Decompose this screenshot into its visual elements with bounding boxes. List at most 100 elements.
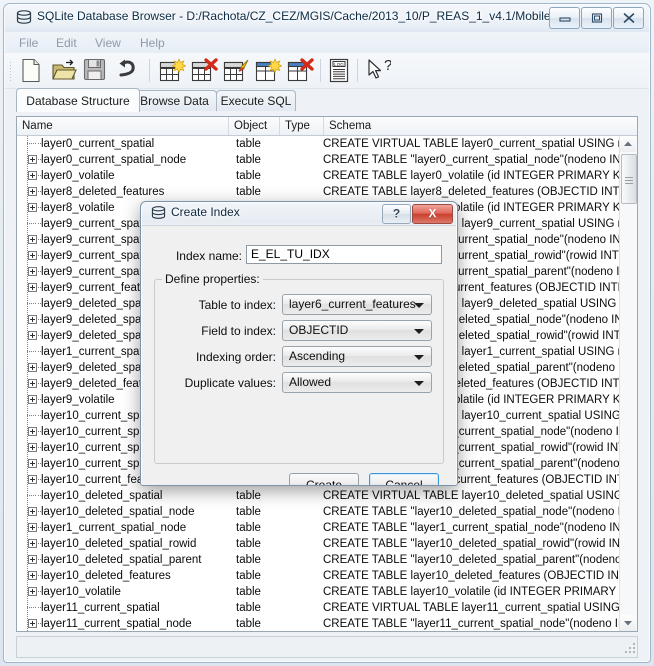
cancel-button[interactable]: Cancel [369, 473, 439, 485]
open-database-icon[interactable] [51, 58, 81, 84]
duplicate-values-select[interactable]: Allowed [282, 372, 432, 393]
cell-schema: CREATE TABLE layer10_volatile (id INTEGE… [323, 586, 621, 598]
expander-icon[interactable] [25, 152, 46, 168]
expander-icon[interactable] [25, 520, 46, 536]
expander-icon[interactable] [25, 424, 46, 440]
minimize-button[interactable] [549, 7, 580, 29]
tab-label: Browse Data [140, 94, 209, 108]
expander-icon[interactable] [25, 328, 46, 344]
expander-icon[interactable] [25, 200, 46, 216]
table-row[interactable]: layer10_deleted_spatial_parent table CREAT… [17, 552, 621, 568]
tab-execute-sql[interactable]: Execute SQL [216, 90, 296, 111]
expander-icon[interactable] [25, 280, 46, 296]
menu-edit[interactable]: Edit [56, 36, 77, 50]
log-icon[interactable]: LOG [328, 58, 358, 84]
expander-icon[interactable] [25, 232, 46, 248]
table-row[interactable]: layer1_current_spatial_node table CREATE T… [17, 520, 621, 536]
table-row[interactable]: layer11_current_spatial_node table CREATE … [17, 616, 621, 632]
cell-name: layer0_volatile [17, 168, 231, 184]
expander-icon[interactable] [25, 360, 46, 376]
duplicate-values-value: Allowed [289, 375, 332, 389]
expander-icon[interactable] [25, 472, 46, 488]
vertical-scrollbar[interactable] [619, 136, 637, 631]
create-index-icon[interactable] [254, 58, 284, 84]
menu-bar: File Edit View Help [5, 32, 649, 54]
expander-icon[interactable] [25, 248, 46, 264]
tab-browse-data[interactable]: Browse Data [132, 90, 217, 111]
table-row[interactable]: layer10_deleted_features table CREATE TABL… [17, 568, 621, 584]
column-header-name[interactable]: Name [17, 117, 229, 135]
delete-table-icon[interactable] [190, 58, 220, 84]
table-row[interactable]: layer0_volatile table CREATE TABLE layer0_… [17, 168, 621, 184]
whats-this-icon[interactable]: ? [365, 57, 395, 84]
row-name-text: layer10_deleted_spatial_rowid [41, 538, 197, 550]
tab-database-structure[interactable]: Database Structure [16, 88, 140, 112]
column-header-schema[interactable]: Schema [324, 117, 621, 135]
index-name-input[interactable]: E_EL_TU_IDX [246, 245, 442, 264]
expander-icon[interactable] [25, 456, 46, 472]
expander-icon[interactable] [25, 536, 46, 552]
table-row[interactable]: layer10_volatile table CREATE TABLE layer1… [17, 584, 621, 600]
expander-icon[interactable] [25, 392, 46, 408]
plus-icon [28, 331, 37, 340]
field-to-index-select[interactable]: OBJECTID [282, 320, 432, 341]
cell-schema: CREATE VIRTUAL TABLE layer10_deleted_spa… [323, 490, 621, 502]
toolbar-grip[interactable] [10, 60, 13, 81]
tree-branch [27, 415, 36, 416]
application-window: SQLite Database Browser - D:/Rachota/CZ_… [0, 0, 654, 666]
revert-icon[interactable] [115, 58, 145, 84]
close-button[interactable] [613, 7, 644, 29]
tree-leaf-icon [25, 488, 46, 504]
table-row[interactable]: layer8_deleted_features table CREATE TABLE… [17, 184, 621, 200]
column-header-type[interactable]: Type [280, 117, 324, 135]
create-button[interactable]: Create [289, 473, 359, 485]
plus-icon [28, 587, 37, 596]
expander-icon[interactable] [25, 552, 46, 568]
maximize-button[interactable] [581, 7, 612, 29]
plus-icon [28, 395, 37, 404]
table-to-index-select[interactable]: layer6_current_features [282, 294, 432, 315]
table-row[interactable]: layer10_deleted_spatial table CREATE VIRTU… [17, 488, 621, 504]
plus-icon [28, 171, 37, 180]
save-icon[interactable] [83, 58, 113, 84]
tab-label: Database Structure [26, 93, 130, 108]
expander-icon[interactable] [25, 312, 46, 328]
table-row[interactable]: layer10_deleted_spatial_rowid table CREATE… [17, 536, 621, 552]
plus-icon [28, 203, 37, 212]
menu-file[interactable]: File [19, 36, 38, 50]
tree-branch [27, 143, 36, 144]
expander-icon[interactable] [25, 504, 46, 520]
table-row[interactable]: layer11_current_spatial table CREATE VIRTU… [17, 600, 621, 616]
expander-icon[interactable] [25, 440, 46, 456]
menu-view[interactable]: View [95, 36, 121, 50]
dialog-close-button[interactable]: X [412, 204, 453, 224]
new-database-icon[interactable] [19, 58, 49, 84]
delete-index-icon[interactable] [286, 58, 316, 84]
table-header: Name Object Type Schema [17, 117, 637, 136]
table-row[interactable]: layer10_deleted_spatial_node table CREATE … [17, 504, 621, 520]
cell-schema: CREATE TABLE "layer10_deleted_spatial_pa… [323, 554, 621, 566]
expander-icon[interactable] [25, 184, 46, 200]
expander-icon[interactable] [25, 616, 46, 632]
expander-icon[interactable] [25, 584, 46, 600]
plus-icon [28, 475, 37, 484]
help-button[interactable]: ? [382, 204, 411, 224]
menu-help[interactable]: Help [140, 36, 165, 50]
scroll-up-icon[interactable] [620, 136, 636, 152]
table-row[interactable]: layer0_current_spatial_node table CREATE T… [17, 152, 621, 168]
resize-grip-icon[interactable] [624, 642, 636, 654]
scroll-down-icon[interactable] [620, 615, 636, 631]
expander-icon[interactable] [25, 376, 46, 392]
create-table-icon[interactable] [158, 58, 188, 84]
table-row[interactable]: layer0_current_spatial table CREATE VIRTUA… [17, 136, 621, 152]
plus-icon [28, 283, 37, 292]
expander-icon[interactable] [25, 568, 46, 584]
plus-icon [28, 539, 37, 548]
modify-table-icon[interactable] [222, 58, 252, 84]
indexing-order-select[interactable]: Ascending [282, 346, 432, 367]
expander-icon[interactable] [25, 264, 46, 280]
expander-icon[interactable] [25, 168, 46, 184]
cell-name: layer0_current_spatial [17, 136, 231, 152]
scrollbar-thumb[interactable] [621, 154, 637, 204]
column-header-object[interactable]: Object [229, 117, 280, 135]
